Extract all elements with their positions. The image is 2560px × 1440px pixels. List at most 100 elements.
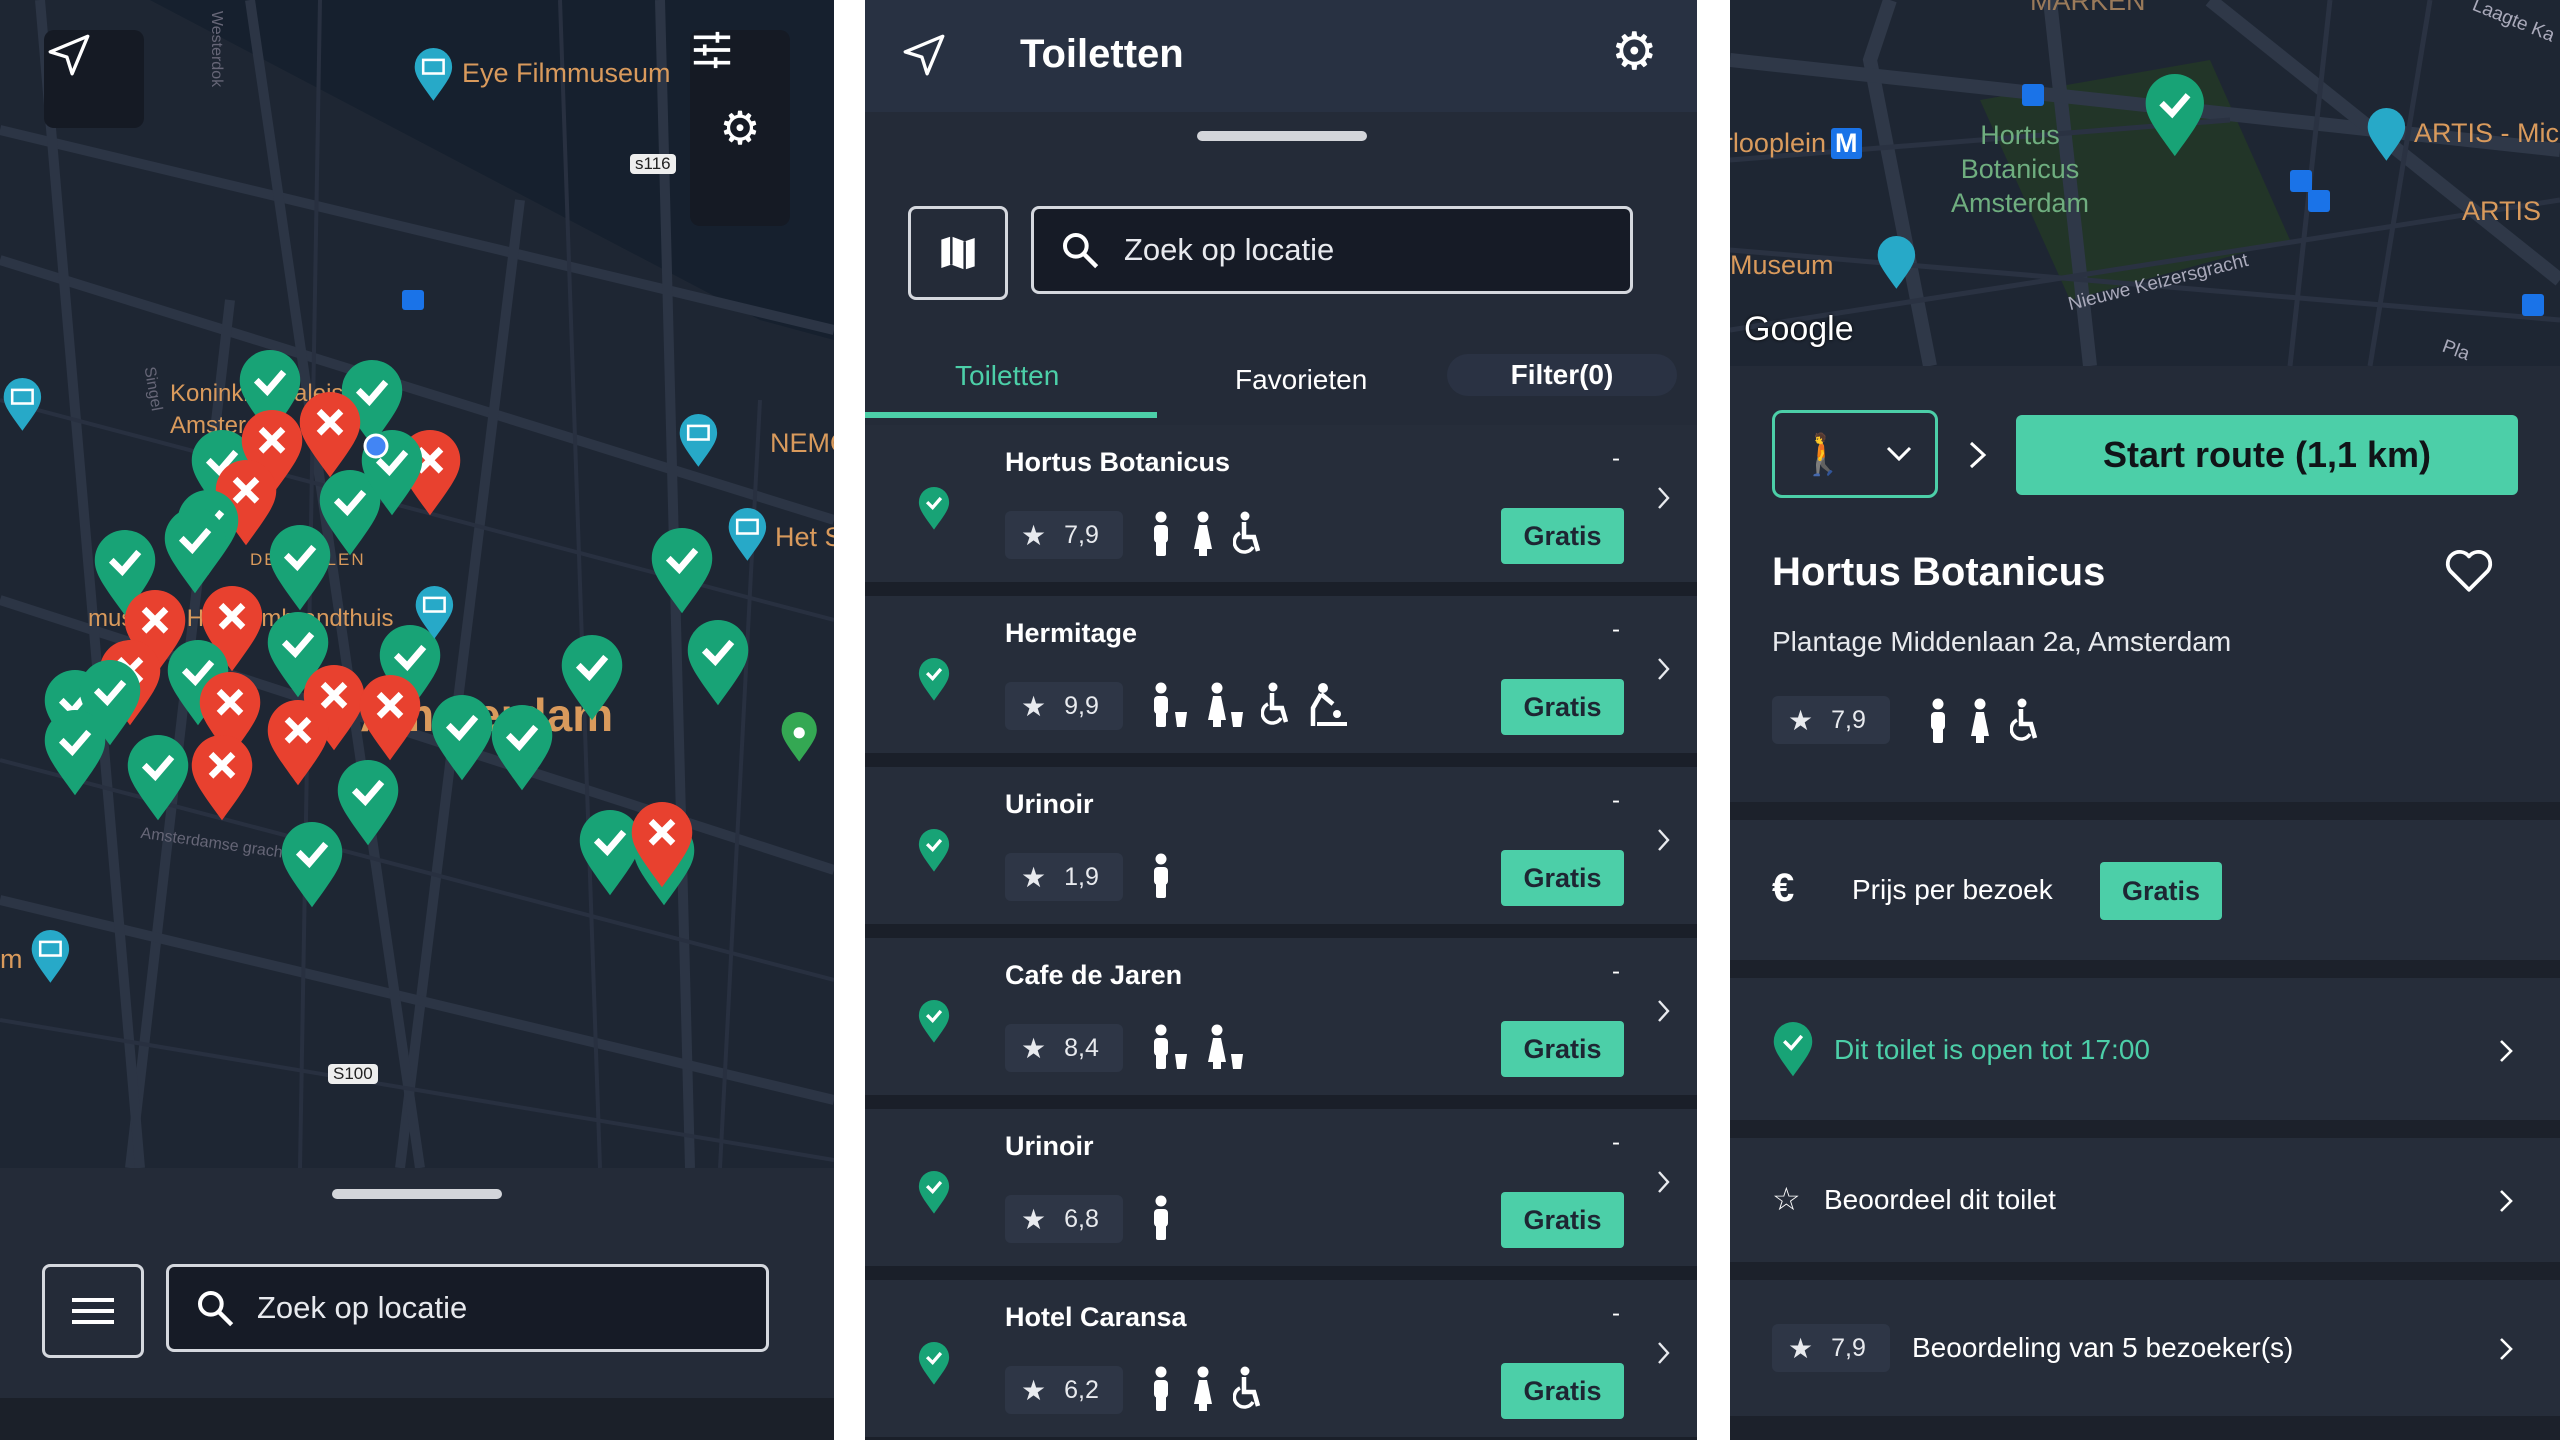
star-icon: ★ <box>1021 1203 1047 1235</box>
hamburger-icon <box>72 1298 114 1324</box>
tab-toiletten[interactable]: Toiletten <box>955 360 1059 392</box>
man-icon <box>1154 853 1168 898</box>
toilet-list-item[interactable]: Cafe de Jaren - ★ 8,4 Gratis <box>865 938 1697 1095</box>
toilet-list-item[interactable]: Urinoir - ★ 1,9 Gratis <box>865 767 1697 924</box>
woman-urinal-icon <box>1208 1024 1243 1069</box>
price-row: € Prijs per bezoek Gratis <box>1730 820 2560 960</box>
wheelchair-icon <box>2010 698 2038 741</box>
toilet-name: Cafe de Jaren <box>1005 960 1183 990</box>
chevron-right-icon <box>2500 1338 2513 1360</box>
search-input[interactable]: Zoek op locatie <box>166 1264 769 1352</box>
toilet-name: Hermitage <box>1005 618 1138 648</box>
open-toilet-marker[interactable] <box>269 525 331 611</box>
locate-button[interactable] <box>44 30 144 128</box>
map-icon <box>941 236 975 270</box>
rating-badge: ★ 6,2 <box>1005 1366 1123 1414</box>
open-toilet-marker[interactable] <box>491 705 553 791</box>
price-label: Prijs per bezoek <box>1852 874 2053 905</box>
tram-stop-icon <box>2022 84 2044 106</box>
closed-toilet-marker[interactable] <box>359 675 421 761</box>
open-toilet-marker[interactable] <box>431 695 493 781</box>
divider <box>865 753 1697 767</box>
museum-poi-icon <box>414 48 453 101</box>
toilet-list-item[interactable]: Hortus Botanicus - ★ 7,9 Gratis <box>865 425 1697 582</box>
search-icon <box>198 1291 234 1327</box>
open-toilet-marker[interactable] <box>164 508 226 594</box>
chevron-right-icon <box>1658 1000 1670 1022</box>
app-header: Toiletten ⚙ <box>865 0 1697 112</box>
toilet-name: Hortus Botanicus <box>1772 550 2106 594</box>
sheet-handle[interactable] <box>1197 131 1367 141</box>
transport-mode-select[interactable]: 🚶 <box>1772 410 1938 498</box>
reviews-row[interactable]: ★ 7,9 Beoordeling van 5 bezoeker(s) <box>1730 1280 2560 1416</box>
sliders-icon[interactable] <box>690 30 734 70</box>
price-badge: Gratis <box>1501 1363 1624 1419</box>
open-toilet-marker[interactable] <box>281 822 343 908</box>
man-urinal-icon <box>1154 1024 1187 1069</box>
tab-favorieten[interactable]: Favorieten <box>1235 364 1367 396</box>
amenities <box>1926 698 2040 744</box>
open-toilet-marker[interactable] <box>337 760 399 846</box>
woman-icon <box>1194 511 1212 556</box>
man-icon <box>1931 698 1945 743</box>
open-toilet-marker[interactable] <box>44 710 106 796</box>
selected-toilet-marker[interactable] <box>2145 74 2204 157</box>
toilet-name: Urinoir <box>1005 789 1094 819</box>
menu-button[interactable] <box>42 1264 144 1358</box>
start-route-button[interactable]: Start route (1,1 km) <box>2016 415 2518 495</box>
heart-icon[interactable] <box>2444 548 2494 594</box>
train-station-icon <box>402 290 424 310</box>
map-view[interactable]: Eye Filmmuseum Koninklijk Paleis Amsterd… <box>0 0 834 1168</box>
rating-value: 1,9 <box>1064 862 1099 891</box>
gear-icon[interactable]: ⚙ <box>719 101 760 155</box>
map-view-button[interactable] <box>908 206 1008 300</box>
toilet-list-item[interactable]: Hermitage - ★ 9,9 Gratis <box>865 596 1697 753</box>
gear-icon[interactable]: ⚙ <box>1611 22 1658 82</box>
rating-badge: ★ 8,4 <box>1005 1024 1123 1072</box>
opening-hours-row[interactable]: Dit toilet is open tot 17:00 <box>1730 978 2560 1120</box>
woman-urinal-icon <box>1208 682 1243 727</box>
tram-stop-icon <box>2522 294 2544 316</box>
amenities <box>1149 1024 1245 1070</box>
map-view[interactable]: MARKEN Waterlooplein M Hortus Botanicus … <box>1730 0 2560 366</box>
toilet-name: Urinoir <box>1005 1131 1094 1161</box>
toilet-distance: - <box>1612 616 1620 643</box>
walking-icon: 🚶 <box>1798 432 1848 477</box>
divider <box>865 924 1697 938</box>
divider <box>1730 1416 2560 1440</box>
rating-value: 7,9 <box>1831 705 1866 734</box>
amenities <box>1149 511 1263 557</box>
amenities <box>1149 682 1347 728</box>
tab-filter[interactable]: Filter(0) <box>1447 354 1677 396</box>
toilet-address: Plantage Middenlaan 2a, Amsterdam <box>1772 626 2232 657</box>
open-pin-icon <box>918 658 950 701</box>
rating-badge: ★ 7,9 <box>1005 511 1123 559</box>
search-input[interactable]: Zoek op locatie <box>1031 206 1633 294</box>
toilet-list-item[interactable]: Hotel Caransa - ★ 6,2 Gratis <box>865 1280 1697 1437</box>
closed-toilet-marker[interactable] <box>191 735 253 821</box>
chevron-right-icon <box>1658 1171 1670 1193</box>
open-toilet-marker[interactable] <box>651 528 713 614</box>
wheelchair-icon <box>1233 1366 1261 1409</box>
open-toilet-marker[interactable] <box>561 635 623 721</box>
rate-toilet-row[interactable]: ☆ Beoordeel dit toilet <box>1730 1138 2560 1262</box>
star-icon: ★ <box>1021 519 1047 551</box>
open-toilet-marker[interactable] <box>687 620 749 706</box>
toilet-list-item[interactable]: Urinoir - ★ 6,8 Gratis <box>865 1109 1697 1266</box>
woman-icon <box>1971 698 1989 743</box>
price-badge: Gratis <box>2100 862 2222 920</box>
open-toilet-marker[interactable] <box>579 810 641 896</box>
star-outline-icon: ☆ <box>1772 1181 1801 1217</box>
open-toilet-marker[interactable] <box>127 735 189 821</box>
navigation-arrow-icon[interactable] <box>899 30 949 80</box>
museum-poi-icon <box>728 508 767 561</box>
sheet-handle[interactable] <box>332 1189 502 1199</box>
reviews-label: Beoordeling van 5 bezoeker(s) <box>1912 1332 2294 1363</box>
closed-toilet-marker[interactable] <box>267 700 329 786</box>
divider <box>1730 1120 2560 1138</box>
toilet-name: Hotel Caransa <box>1005 1302 1187 1332</box>
map-controls: ⚙ <box>690 30 790 226</box>
closed-toilet-marker[interactable] <box>299 392 361 478</box>
page-title: Toiletten <box>1020 32 1184 76</box>
wheelchair-icon <box>1261 682 1289 725</box>
